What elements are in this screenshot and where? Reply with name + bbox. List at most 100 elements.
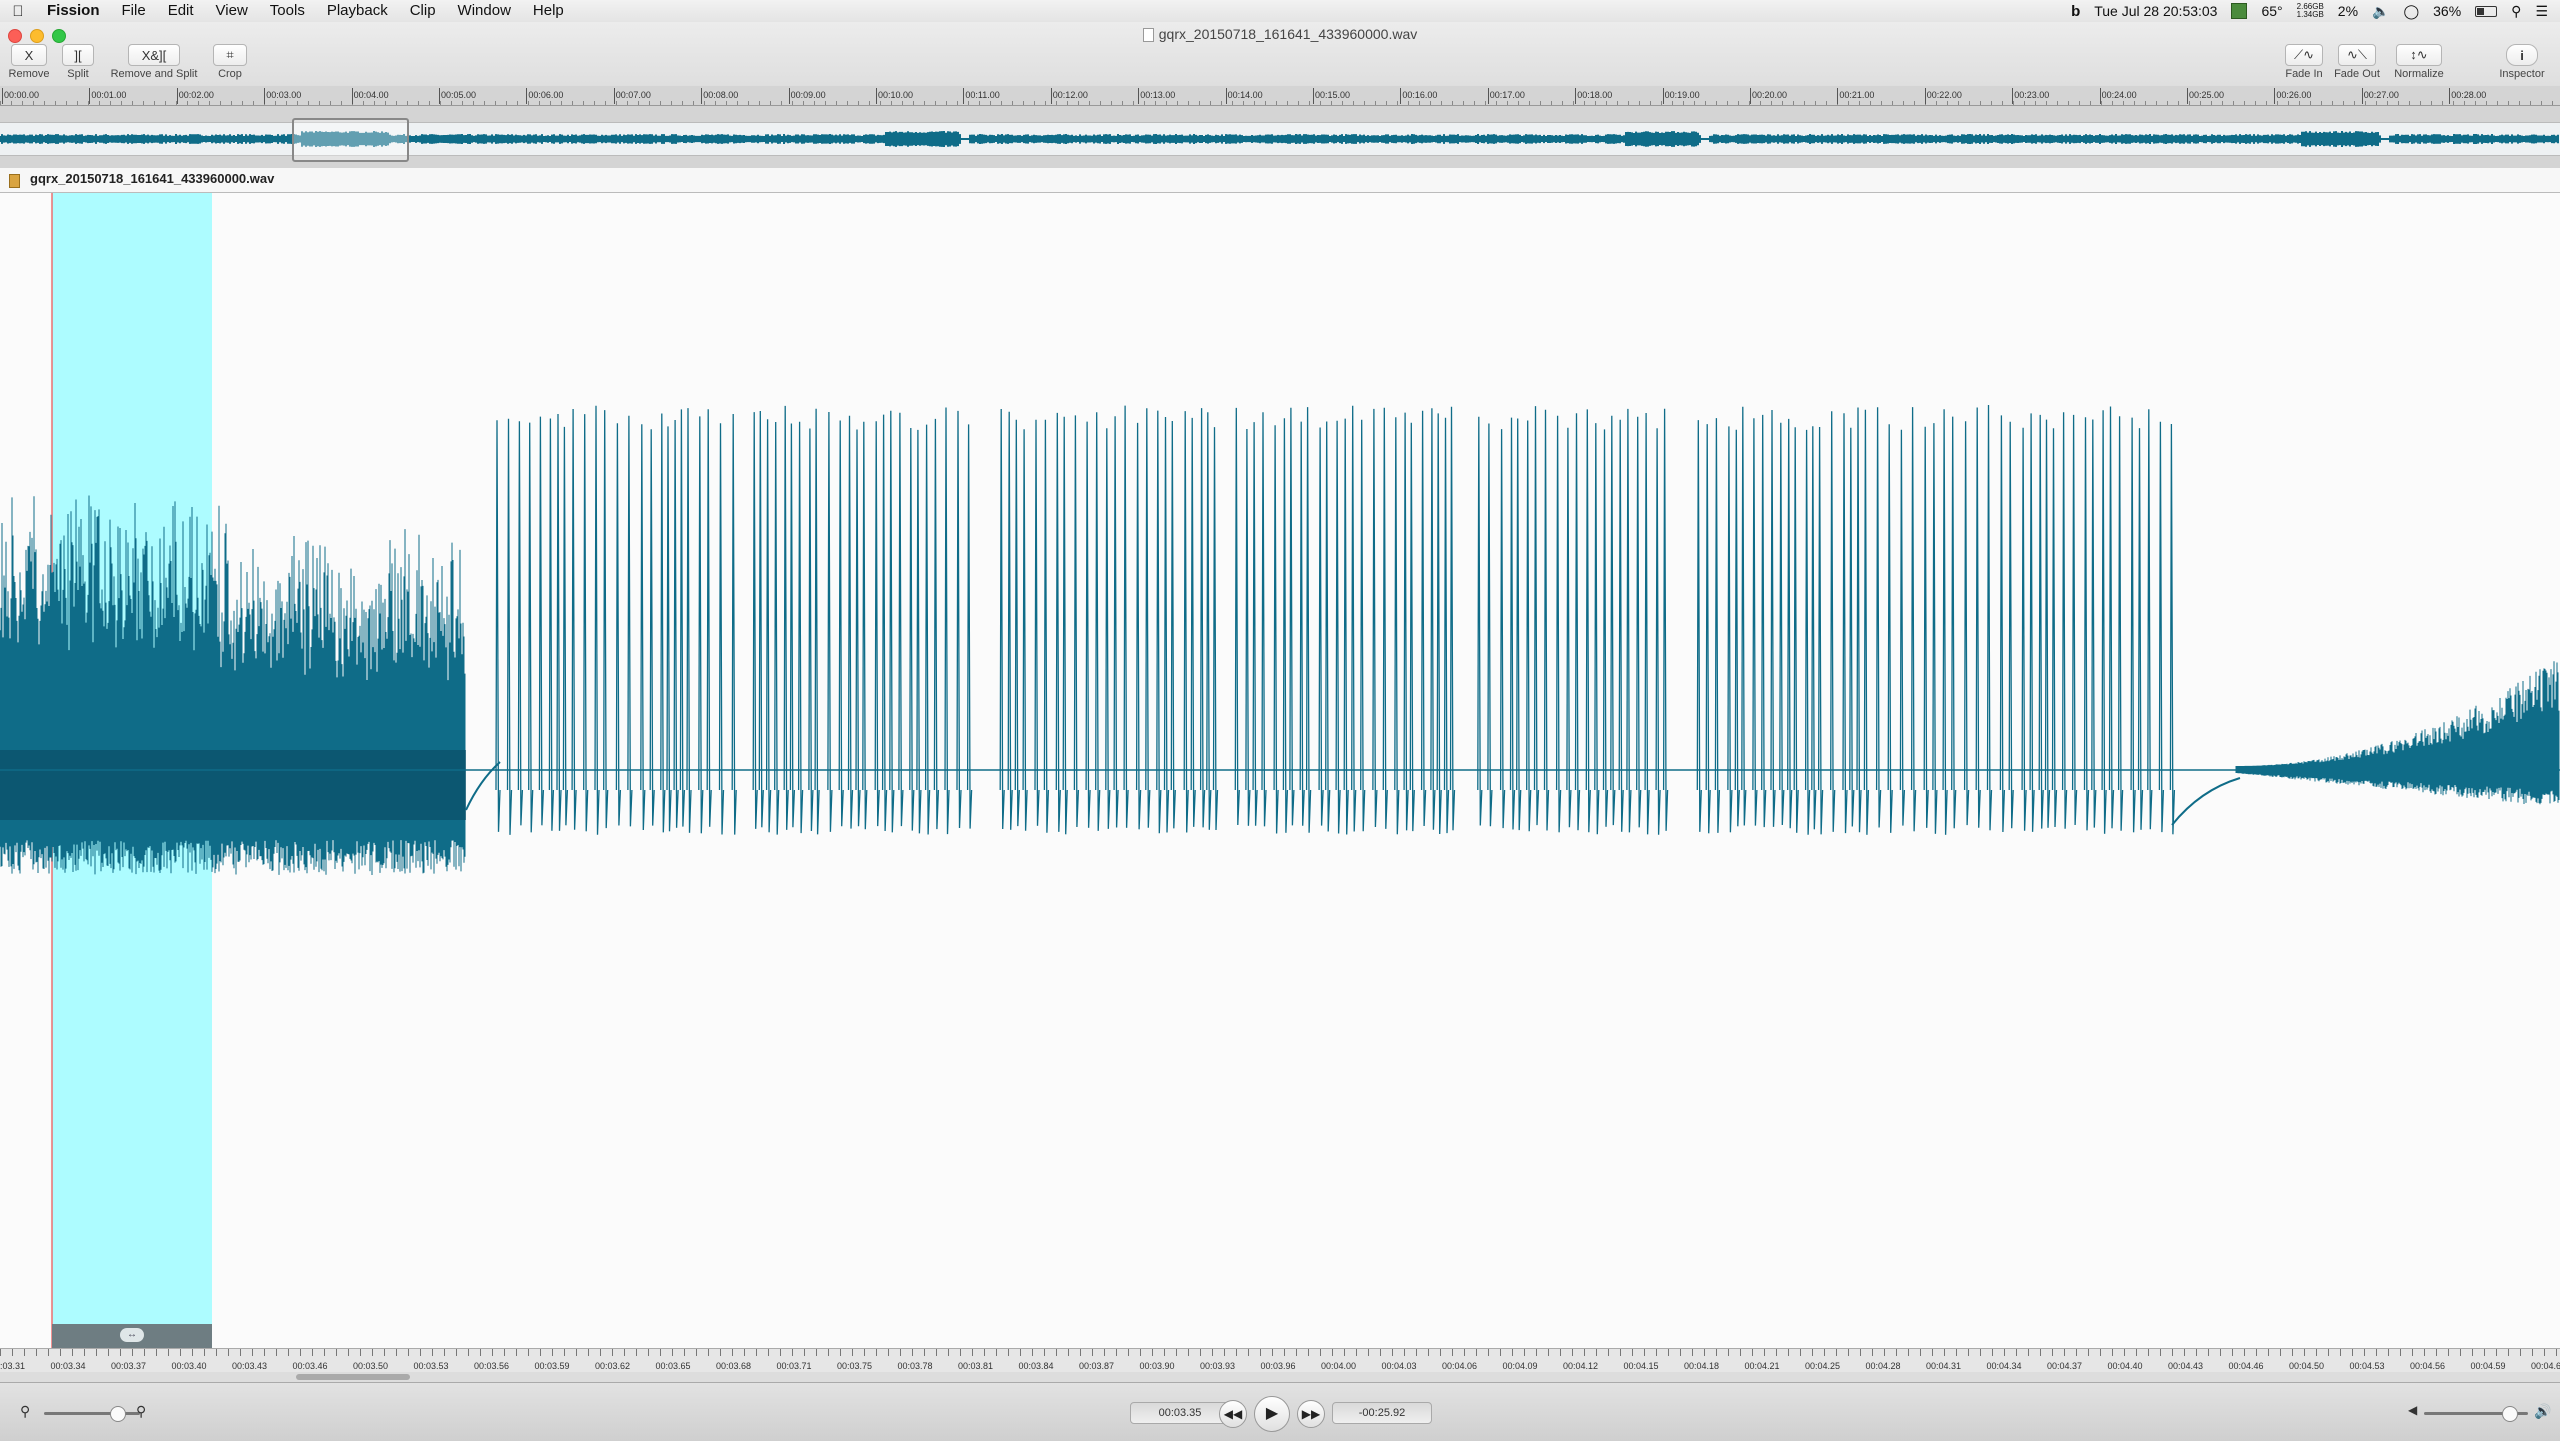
menu-file[interactable]: File	[111, 0, 157, 22]
notification-center-icon[interactable]: ☰	[2535, 3, 2548, 20]
inspector-label: Inspector	[2499, 68, 2545, 80]
overview-tick-label: 00:12.00	[1050, 88, 1088, 104]
menu-bar:  Fission File Edit View Tools Playback …	[0, 0, 2560, 23]
waveform-editor[interactable]: ↔	[0, 193, 2560, 1348]
menu-playback[interactable]: Playback	[316, 0, 399, 22]
menu-app-name[interactable]: Fission	[36, 0, 111, 22]
zoom-in-icon[interactable]: ⚲	[136, 1403, 146, 1420]
play-icon[interactable]: ▶	[1254, 1396, 1290, 1432]
menu-help[interactable]: Help	[522, 0, 575, 22]
detail-tick-label: 00:04.31	[1926, 1361, 1962, 1371]
current-time-display[interactable]: 00:03.35	[1130, 1402, 1230, 1424]
detail-tick-label: 00:03.62	[595, 1361, 631, 1371]
split-button[interactable]: ][ Split	[60, 44, 96, 80]
menu-window[interactable]: Window	[447, 0, 522, 22]
split-icon: ][	[62, 44, 94, 66]
b-app-icon[interactable]: b	[2071, 3, 2080, 20]
overview-tick-label: 00:01.00	[89, 88, 127, 104]
memory-readout[interactable]: 2.66GB 1.34GB	[2297, 3, 2324, 19]
transport-bar: ⚲ ⚲ 00:03.35 ◀◀ ▶ ▶▶ -00:25.92 ◀ 🔊	[0, 1382, 2560, 1441]
memory-bottom: 1.34GB	[2296, 10, 2324, 19]
volume-low-icon: ◀	[2408, 1403, 2418, 1417]
audio-file-icon	[9, 174, 20, 188]
remove-and-split-button[interactable]: X&][ Remove and Split	[106, 44, 202, 80]
apple-logo-icon[interactable]: 	[0, 3, 36, 20]
normalize-label: Normalize	[2394, 68, 2444, 80]
menu-edit[interactable]: Edit	[157, 0, 205, 22]
selection-handle[interactable]: ↔	[52, 1324, 212, 1348]
overview-tick-label: 00:07.00	[613, 88, 651, 104]
overview-tick-label: 00:02.00	[176, 88, 214, 104]
menu-clip[interactable]: Clip	[399, 0, 447, 22]
overview-tick-label: 00:24.00	[2099, 88, 2137, 104]
fade-in-icon: ⟋∿	[2285, 44, 2323, 66]
cpu-percent[interactable]: 2%	[2338, 3, 2358, 19]
detail-tick-label: 00:03.37	[111, 1361, 147, 1371]
overview-tick-label: 00:22.00	[1924, 88, 1962, 104]
overview-timeline[interactable]: 00:00.00 00:01.00 00:02.00 00:03.00 00:04.00…	[0, 86, 2560, 168]
zoom-slider-thumb[interactable]	[110, 1406, 126, 1422]
track-filename: gqrx_20150718_161641_433960000.wav	[30, 171, 275, 186]
spotlight-search-icon[interactable]: ⚲	[2511, 3, 2521, 20]
overview-tick-label: 00:06.00	[526, 88, 564, 104]
crop-icon: ⌗	[213, 44, 247, 66]
menubar-clock[interactable]: Tue Jul 28 20:53:03	[2094, 3, 2217, 19]
detail-tick-label: 00:03.40	[171, 1361, 207, 1371]
volume-icon[interactable]: 🔈	[2372, 3, 2389, 20]
fade-out-button[interactable]: ∿⟍ Fade Out	[2332, 44, 2382, 80]
overview-tick-label: 00:11.00	[963, 88, 1000, 104]
menu-tools[interactable]: Tools	[259, 0, 316, 22]
remove-button[interactable]: X Remove	[6, 44, 52, 80]
detail-tick-label: 00:04.59	[2470, 1361, 2506, 1371]
overview-ruler-line	[0, 105, 2560, 106]
volume-slider-thumb[interactable]	[2502, 1406, 2518, 1422]
fade-in-label: Fade In	[2285, 68, 2323, 80]
temperature-readout[interactable]: 65°	[2261, 3, 2282, 19]
detail-tick-label: 00:04.25	[1805, 1361, 1841, 1371]
battery-percent[interactable]: 36%	[2433, 3, 2461, 19]
detail-tick-label: 00:04.37	[2047, 1361, 2083, 1371]
cpu-meter-icon[interactable]	[2231, 3, 2248, 19]
menu-view[interactable]: View	[205, 0, 259, 22]
zoom-out-icon[interactable]: ⚲	[20, 1403, 30, 1420]
fade-in-button[interactable]: ⟋∿ Fade In	[2282, 44, 2326, 80]
wifi-icon[interactable]: ◯	[2403, 3, 2419, 20]
detail-tick-label: 00:04.09	[1502, 1361, 1538, 1371]
normalize-button[interactable]: ↕∿ Normalize	[2390, 44, 2448, 80]
volume-slider[interactable]	[2424, 1406, 2528, 1422]
detail-tick-label: 00:03.93	[1200, 1361, 1236, 1371]
zoom-slider[interactable]	[44, 1406, 140, 1422]
detail-tick-label: 00:04.34	[1986, 1361, 2022, 1371]
overview-tick-label: 00:23.00	[2012, 88, 2050, 104]
window-title: gqrx_20150718_161641_433960000.wav	[0, 26, 2560, 43]
detail-tick-label: 00:04.06	[1442, 1361, 1478, 1371]
remaining-time-display[interactable]: -00:25.92	[1332, 1402, 1432, 1424]
horizontal-scrollbar-thumb[interactable]	[296, 1374, 410, 1380]
detail-tick-label: 00:03.84	[1018, 1361, 1054, 1371]
detail-tick-label: 00:04.15	[1623, 1361, 1659, 1371]
fade-out-label: Fade Out	[2334, 68, 2380, 80]
detail-tick-label: 00:04.28	[1865, 1361, 1901, 1371]
detail-tick-label: 00:03.87	[1079, 1361, 1115, 1371]
detail-tick-label: 00:03.31	[0, 1361, 26, 1371]
detail-tick-label: 00:04.50	[2289, 1361, 2325, 1371]
fast-forward-icon[interactable]: ▶▶	[1297, 1400, 1325, 1428]
inspector-button[interactable]: i Inspector	[2494, 44, 2550, 80]
overview-tick-label: 00:14.00	[1225, 88, 1263, 104]
overview-tick-label: 00:04.00	[351, 88, 389, 104]
detail-tick-label: 00:04.53	[2349, 1361, 2385, 1371]
battery-icon[interactable]	[2475, 5, 2498, 17]
overview-tick-label: 00:26.00	[2274, 88, 2312, 104]
detail-tick-label: 00:03.50	[353, 1361, 389, 1371]
detail-tick-label: 00:03.75	[837, 1361, 873, 1371]
detail-tick-label: 00:03.56	[474, 1361, 510, 1371]
crop-button[interactable]: ⌗ Crop	[210, 44, 250, 80]
selection-drag-knob-icon[interactable]: ↔	[120, 1328, 144, 1342]
overview-tick-label: 00:08.00	[701, 88, 739, 104]
detail-tick-label: 00:04.21	[1744, 1361, 1780, 1371]
overview-visible-range[interactable]	[292, 118, 409, 162]
rewind-icon[interactable]: ◀◀	[1219, 1400, 1247, 1428]
horizontal-scrollbar[interactable]	[0, 1372, 2560, 1382]
overview-tick-label: 00:28.00	[2449, 88, 2487, 104]
overview-tick-label: 00:20.00	[1749, 88, 1788, 104]
